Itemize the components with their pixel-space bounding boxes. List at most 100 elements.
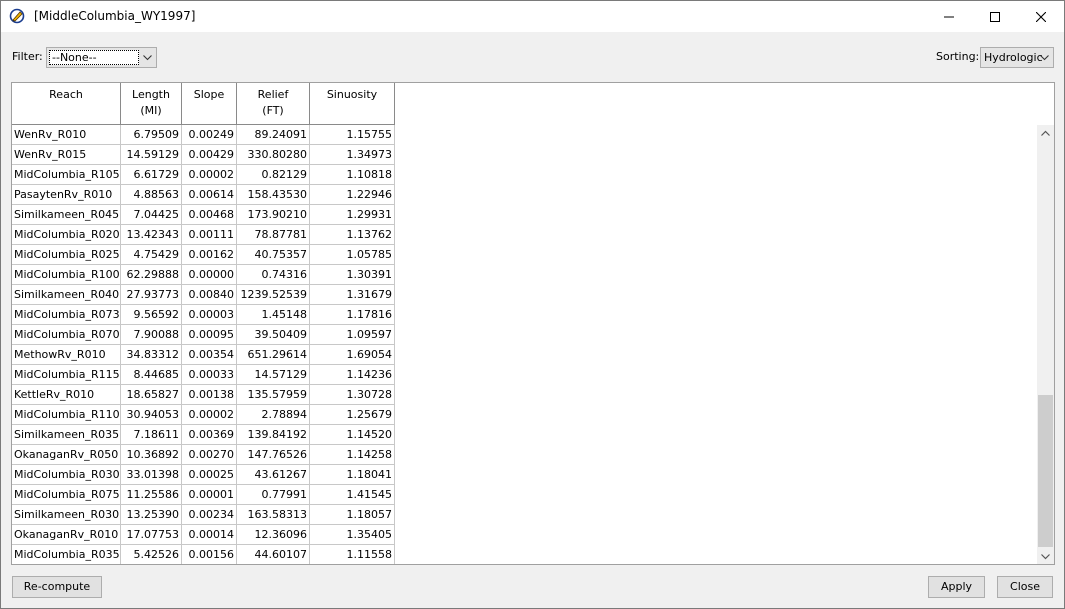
scroll-down-icon[interactable] (1041, 553, 1050, 560)
cell-reach: Similkameen_R030 (12, 505, 121, 525)
cell-relief: 12.36096 (237, 525, 310, 545)
cell-length: 13.25390 (121, 505, 182, 525)
cell-sinuosity: 1.22946 (310, 185, 395, 205)
table-row[interactable]: WenRv_R010 6.79509 0.00249 89.24091 1.15755 (12, 125, 395, 145)
reach-table[interactable]: Reach Length (MI) Slope Relief (FT) Sinuos… (11, 82, 1055, 565)
close-window-button[interactable] (1018, 1, 1064, 32)
cell-slope: 0.00270 (182, 445, 237, 465)
cell-sinuosity: 1.14520 (310, 425, 395, 445)
column-header-slope[interactable]: Slope (182, 83, 237, 125)
apply-button[interactable]: Apply (928, 576, 985, 598)
sorting-dropdown[interactable]: Hydrologic (980, 47, 1054, 68)
cell-slope: 0.00000 (182, 265, 237, 285)
cell-relief: 40.75357 (237, 245, 310, 265)
table-row[interactable]: OkanaganRv_R010 17.07753 0.00014 12.36096 1.… (12, 525, 395, 545)
table-row[interactable]: Similkameen_R040 27.93773 0.00840 1239.5253… (12, 285, 395, 305)
close-icon (1036, 11, 1046, 22)
cell-slope: 0.00014 (182, 525, 237, 545)
cell-length: 8.44685 (121, 365, 182, 385)
cell-sinuosity: 1.05785 (310, 245, 395, 265)
table-row[interactable]: Similkameen_R045 7.04425 0.00468 173.90210 1… (12, 205, 395, 225)
table-row[interactable]: MidColumbia_R030 33.01398 0.00025 43.61267 1… (12, 465, 395, 485)
cell-length: 7.18611 (121, 425, 182, 445)
filter-dropdown[interactable]: --None-- (46, 47, 157, 68)
cell-sinuosity: 1.18057 (310, 505, 395, 525)
recompute-button[interactable]: Re-compute (12, 576, 102, 598)
cell-sinuosity: 1.41545 (310, 485, 395, 505)
table-row[interactable]: MidColumbia_R020 13.42343 0.00111 78.87781 1… (12, 225, 395, 245)
maximize-icon (990, 11, 1000, 22)
cell-reach: MidColumbia_R070 (12, 325, 121, 345)
cell-reach: MidColumbia_R105 (12, 165, 121, 185)
table-row[interactable]: MidColumbia_R070 7.90088 0.00095 39.50409 1.… (12, 325, 395, 345)
cell-length: 10.36892 (121, 445, 182, 465)
cell-length: 7.04425 (121, 205, 182, 225)
cell-reach: WenRv_R010 (12, 125, 121, 145)
table-row[interactable]: MidColumbia_R105 6.61729 0.00002 0.82129 1.1… (12, 165, 395, 185)
vertical-scrollbar[interactable] (1037, 125, 1054, 564)
cell-slope: 0.00234 (182, 505, 237, 525)
table-row[interactable]: MidColumbia_R115 8.44685 0.00033 14.57129 1.… (12, 365, 395, 385)
cell-slope: 0.00138 (182, 385, 237, 405)
close-button[interactable]: Close (997, 576, 1053, 598)
table-row[interactable]: MidColumbia_R073 9.56592 0.00003 1.45148 1.1… (12, 305, 395, 325)
table-row[interactable]: MidColumbia_R075 11.25586 0.00001 0.77991 1.… (12, 485, 395, 505)
cell-length: 17.07753 (121, 525, 182, 545)
cell-relief: 651.29614 (237, 345, 310, 365)
cell-length: 13.42343 (121, 225, 182, 245)
cell-sinuosity: 1.25679 (310, 405, 395, 425)
cell-reach: MidColumbia_R073 (12, 305, 121, 325)
maximize-button[interactable] (972, 1, 1018, 32)
filter-label: Filter: (12, 50, 43, 63)
column-header-relief[interactable]: Relief (FT) (237, 83, 310, 125)
cell-length: 6.79509 (121, 125, 182, 145)
cell-slope: 0.00002 (182, 405, 237, 425)
column-header-reach[interactable]: Reach (12, 83, 121, 125)
table-row[interactable]: MidColumbia_R025 4.75429 0.00162 40.75357 1.… (12, 245, 395, 265)
cell-sinuosity: 1.30728 (310, 385, 395, 405)
table-row[interactable]: MethowRv_R010 34.83312 0.00354 651.29614 1.6… (12, 345, 395, 365)
cell-reach: Similkameen_R040 (12, 285, 121, 305)
table-row[interactable]: Similkameen_R035 7.18611 0.00369 139.84192 1… (12, 425, 395, 445)
cell-sinuosity: 1.17816 (310, 305, 395, 325)
cell-slope: 0.00025 (182, 465, 237, 485)
table-row[interactable]: WenRv_R015 14.59129 0.00429 330.80280 1.3497… (12, 145, 395, 165)
table-row[interactable]: MidColumbia_R110 30.94053 0.00002 2.78894 1.… (12, 405, 395, 425)
cell-sinuosity: 1.15755 (310, 125, 395, 145)
title-bar[interactable]: [MiddleColumbia_WY1997] (1, 1, 1064, 32)
window-title: [MiddleColumbia_WY1997] (34, 9, 196, 23)
cell-relief: 158.43530 (237, 185, 310, 205)
cell-reach: MidColumbia_R100 (12, 265, 121, 285)
dialog-window: [MiddleColumbia_WY1997] Filter: --None--… (0, 0, 1065, 609)
cell-reach: OkanaganRv_R050 (12, 445, 121, 465)
cell-slope: 0.00468 (182, 205, 237, 225)
cell-relief: 1239.52539 (237, 285, 310, 305)
scrollbar-thumb[interactable] (1038, 395, 1053, 547)
cell-slope: 0.00369 (182, 425, 237, 445)
table-row[interactable]: KettleRv_R010 18.65827 0.00138 135.57959 1.3… (12, 385, 395, 405)
cell-length: 5.42526 (121, 545, 182, 564)
cell-sinuosity: 1.18041 (310, 465, 395, 485)
sorting-value: Hydrologic (984, 51, 1043, 64)
table-row[interactable]: OkanaganRv_R050 10.36892 0.00270 147.76526 1… (12, 445, 395, 465)
cell-relief: 14.57129 (237, 365, 310, 385)
minimize-button[interactable] (926, 1, 972, 32)
column-header-length[interactable]: Length (MI) (121, 83, 182, 125)
cell-reach: Similkameen_R045 (12, 205, 121, 225)
column-header-sinuosity[interactable]: Sinuosity (310, 83, 395, 125)
cell-reach: KettleRv_R010 (12, 385, 121, 405)
cell-relief: 0.74316 (237, 265, 310, 285)
table-row[interactable]: MidColumbia_R035 5.42526 0.00156 44.60107 1.… (12, 545, 395, 564)
table-header: Reach Length (MI) Slope Relief (FT) Sinuos… (12, 83, 395, 125)
cell-relief: 0.82129 (237, 165, 310, 185)
table-row[interactable]: MidColumbia_R100 62.29888 0.00000 0.74316 1.… (12, 265, 395, 285)
cell-slope: 0.00249 (182, 125, 237, 145)
cell-slope: 0.00429 (182, 145, 237, 165)
cell-reach: MidColumbia_R020 (12, 225, 121, 245)
scroll-up-icon[interactable] (1041, 130, 1050, 137)
table-row[interactable]: Similkameen_R030 13.25390 0.00234 163.58313… (12, 505, 395, 525)
table-row[interactable]: PasaytenRv_R010 4.88563 0.00614 158.43530 1.… (12, 185, 395, 205)
cell-relief: 78.87781 (237, 225, 310, 245)
cell-relief: 139.84192 (237, 425, 310, 445)
cell-reach: PasaytenRv_R010 (12, 185, 121, 205)
